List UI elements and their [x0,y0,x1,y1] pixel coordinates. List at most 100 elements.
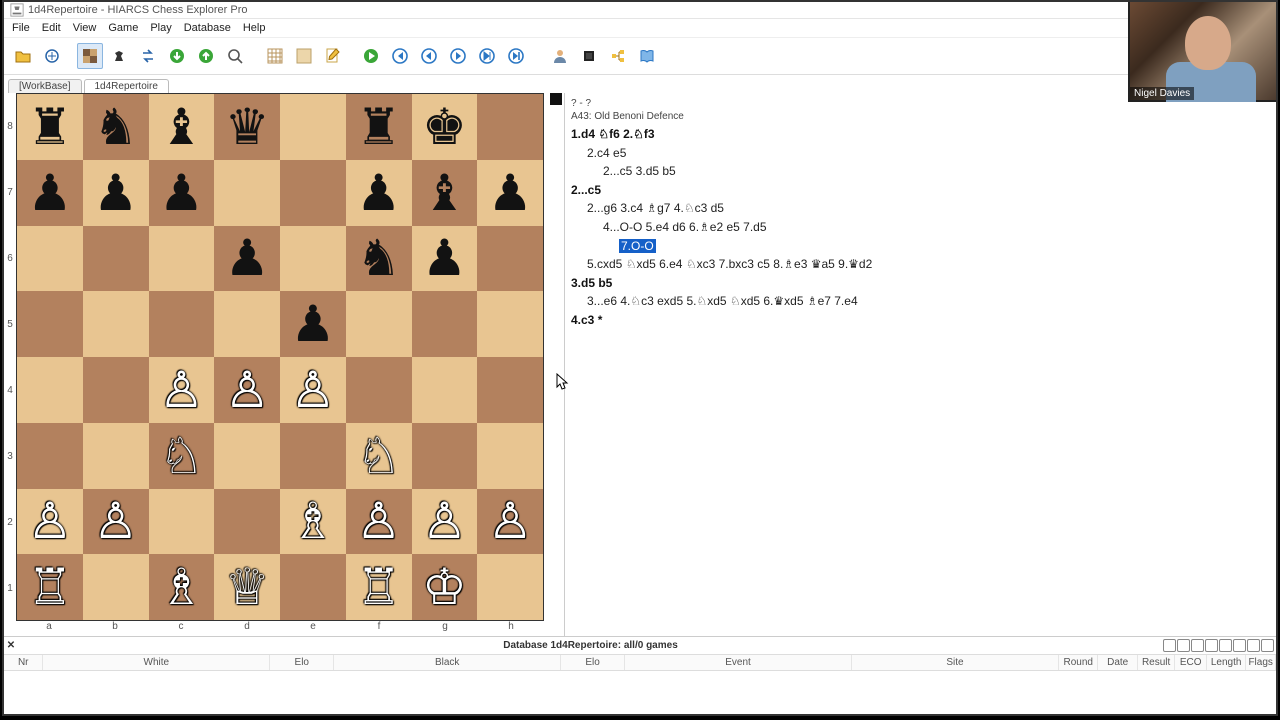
flip-board-button[interactable] [135,43,161,69]
piece-wN[interactable]: ♘ [159,431,204,481]
status-dot-icon[interactable] [1247,639,1260,652]
piece-bQ[interactable]: ♛ [225,102,270,152]
square[interactable]: ♙ [477,489,543,555]
square[interactable] [477,226,543,292]
column-header[interactable]: Site [852,655,1059,670]
piece-wP[interactable]: ♙ [290,365,335,415]
column-header[interactable]: White [43,655,270,670]
piece-bR[interactable]: ♜ [27,102,72,152]
column-header[interactable]: Length [1207,655,1246,670]
nav-next-button[interactable] [445,43,471,69]
engine-panel-button[interactable] [576,43,602,69]
square[interactable]: ♟ [412,226,478,292]
piece-wR[interactable]: ♖ [27,562,72,612]
square[interactable]: ♙ [412,489,478,555]
piece-bP[interactable]: ♟ [488,168,533,218]
move-line[interactable]: 3.d5 b5 [571,274,1270,293]
square[interactable]: ♗ [280,489,346,555]
move-list[interactable]: 1.d4 ♘f6 2.♘f3 2.c4 e5 2...c5 3.d5 b5 2.… [571,125,1270,330]
piece-bP[interactable]: ♟ [356,168,401,218]
piece-wR[interactable]: ♖ [356,562,401,612]
square[interactable] [477,291,543,357]
piece-wN[interactable]: ♘ [356,431,401,481]
book-button[interactable] [634,43,660,69]
piece-bK[interactable]: ♚ [422,102,467,152]
square[interactable]: ♗ [149,554,215,620]
move-variation[interactable]: 5.cxd5 ♘xd5 6.e4 ♘xc3 7.bxc3 c5 8.♗e3 ♛a… [571,255,1270,274]
move-line[interactable]: 1.d4 ♘f6 2.♘f3 [571,125,1270,144]
nav-last-button[interactable] [503,43,529,69]
close-panel-icon[interactable]: ✕ [4,640,18,651]
piece-bP[interactable]: ♟ [93,168,138,218]
square[interactable] [214,489,280,555]
open-db-button[interactable] [10,43,36,69]
player-button[interactable] [547,43,573,69]
piece-bP[interactable]: ♟ [159,168,204,218]
piece-wB[interactable]: ♗ [290,496,335,546]
square[interactable]: ♕ [214,554,280,620]
square[interactable]: ♝ [412,160,478,226]
column-header[interactable]: Nr [4,655,43,670]
square[interactable] [346,291,412,357]
status-dot-icon[interactable] [1233,639,1246,652]
square[interactable]: ♔ [412,554,478,620]
piece-bP[interactable]: ♟ [27,168,72,218]
move-line[interactable]: 2...c5 [571,181,1270,200]
square[interactable]: ♞ [83,94,149,160]
square[interactable] [83,357,149,423]
board-view-button[interactable] [77,43,103,69]
move-current[interactable]: 7.O-O [571,237,1270,256]
piece-wQ[interactable]: ♕ [225,562,270,612]
square[interactable] [477,94,543,160]
chess-board[interactable]: ♜♞♝♛♜♚♟♟♟♟♝♟♟♞♟♟♙♙♙♘♘♙♙♗♙♙♙♖♗♕♖♔ [16,93,544,621]
square[interactable]: ♝ [149,94,215,160]
square[interactable] [477,423,543,489]
square[interactable]: ♜ [346,94,412,160]
column-header[interactable]: Black [334,655,561,670]
move-up-button[interactable] [193,43,219,69]
pieces-button[interactable] [106,43,132,69]
move-variation[interactable]: 2...g6 3.c4 ♗g7 4.♘c3 d5 [571,199,1270,218]
piece-bP[interactable]: ♟ [225,233,270,283]
square[interactable]: ♟ [280,291,346,357]
column-header[interactable]: Flags [1246,655,1276,670]
tree-button[interactable] [605,43,631,69]
square[interactable] [83,554,149,620]
square[interactable]: ♙ [149,357,215,423]
column-header[interactable]: Elo [561,655,625,670]
column-header[interactable]: Round [1059,655,1098,670]
status-dot-icon[interactable] [1177,639,1190,652]
piece-wP[interactable]: ♙ [93,496,138,546]
column-header[interactable]: Event [625,655,852,670]
square[interactable]: ♘ [149,423,215,489]
column-header[interactable]: Date [1098,655,1137,670]
piece-wB[interactable]: ♗ [159,562,204,612]
piece-wP[interactable]: ♙ [488,496,533,546]
square[interactable] [17,226,83,292]
square[interactable]: ♚ [412,94,478,160]
square[interactable] [17,357,83,423]
square[interactable]: ♘ [346,423,412,489]
square[interactable]: ♖ [17,554,83,620]
move-line[interactable]: 4.c3 * [571,311,1270,330]
square[interactable] [346,357,412,423]
square[interactable] [214,291,280,357]
piece-wP[interactable]: ♙ [225,365,270,415]
board-plain-button[interactable] [291,43,317,69]
square[interactable]: ♟ [149,160,215,226]
status-dot-icon[interactable] [1219,639,1232,652]
square[interactable] [280,94,346,160]
square[interactable] [17,423,83,489]
column-header[interactable]: ECO [1175,655,1207,670]
piece-bP[interactable]: ♟ [290,299,335,349]
square[interactable]: ♙ [83,489,149,555]
status-dot-icon[interactable] [1163,639,1176,652]
move-variation[interactable]: 4...O-O 5.e4 d6 6.♗e2 e5 7.d5 [571,218,1270,237]
square[interactable] [477,357,543,423]
menu-edit[interactable]: Edit [42,22,61,34]
square[interactable] [280,423,346,489]
square[interactable]: ♜ [17,94,83,160]
square[interactable] [83,291,149,357]
piece-bB[interactable]: ♝ [422,168,467,218]
move-down-button[interactable] [164,43,190,69]
